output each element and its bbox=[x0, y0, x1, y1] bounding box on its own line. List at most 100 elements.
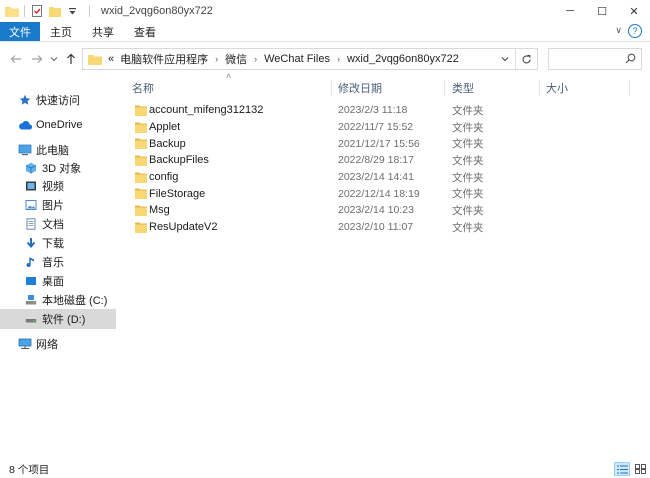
sidebar-item-onedrive[interactable]: OneDrive bbox=[0, 115, 116, 135]
quick-access-dropdown-icon[interactable] bbox=[66, 5, 79, 18]
sidebar-item-3d-objects[interactable]: 3D 对象 bbox=[0, 158, 116, 178]
sidebar-item-drive-c[interactable]: 本地磁盘 (C:) bbox=[0, 290, 116, 310]
minimize-button[interactable]: ─ bbox=[554, 0, 586, 22]
sidebar-item-label: 图片 bbox=[42, 200, 64, 212]
chevron-down-icon bbox=[50, 57, 58, 62]
new-folder-icon[interactable] bbox=[48, 5, 61, 18]
maximize-button[interactable]: ☐ bbox=[586, 0, 618, 22]
search-input[interactable] bbox=[548, 48, 642, 70]
breadcrumb-item[interactable]: wxid_2vqg6on80yx722 bbox=[347, 53, 459, 65]
folder-icon bbox=[5, 7, 19, 17]
sidebar-item-label: 下载 bbox=[42, 238, 64, 250]
breadcrumb-overflow[interactable]: « bbox=[108, 53, 114, 65]
pictures-icon bbox=[24, 198, 38, 212]
sidebar-item-label: 桌面 bbox=[42, 276, 64, 288]
refresh-button[interactable] bbox=[515, 49, 537, 69]
sidebar-item-this-pc[interactable]: 此电脑 bbox=[0, 140, 116, 160]
breadcrumb-item[interactable]: 微信 bbox=[225, 51, 247, 67]
file-row[interactable]: FileStorage 2022/12/14 18:19 文件夹 bbox=[126, 185, 496, 202]
file-row[interactable]: Backup 2021/12/17 15:56 文件夹 bbox=[126, 135, 496, 152]
file-row[interactable]: account_mifeng312132 2023/2/3 11:18 文件夹 bbox=[126, 102, 496, 119]
up-button[interactable] bbox=[63, 50, 79, 68]
music-icon bbox=[24, 255, 38, 269]
address-bar[interactable]: « 电脑软件应用程序 › 微信 › WeChat Files › wxid_2v… bbox=[82, 48, 538, 70]
column-header-name[interactable]: 名称 bbox=[132, 78, 154, 98]
file-name: Applet bbox=[149, 121, 181, 134]
file-list: account_mifeng312132 2023/2/3 11:18 文件夹 … bbox=[126, 102, 496, 236]
large-icons-view-icon bbox=[634, 464, 646, 474]
breadcrumb-separator[interactable]: › bbox=[215, 54, 218, 64]
column-header-type[interactable]: 类型 bbox=[452, 78, 474, 98]
file-modified: 2021/12/17 15:56 bbox=[338, 137, 420, 150]
column-divider[interactable] bbox=[331, 80, 332, 96]
sidebar-item-pictures[interactable]: 图片 bbox=[0, 195, 116, 215]
details-view-icon bbox=[616, 465, 628, 473]
sidebar-item-drive-d[interactable]: 软件 (D:) bbox=[0, 309, 116, 329]
title-separator bbox=[24, 5, 25, 17]
file-modified: 2023/2/3 11:18 bbox=[338, 104, 408, 117]
drive-icon bbox=[24, 312, 38, 326]
sidebar-item-documents[interactable]: 文档 bbox=[0, 214, 116, 234]
breadcrumb-separator[interactable]: › bbox=[254, 54, 257, 64]
sidebar-item-music[interactable]: 音乐 bbox=[0, 252, 116, 272]
large-icons-view-button[interactable] bbox=[632, 462, 648, 476]
video-icon bbox=[24, 179, 38, 193]
help-icon[interactable]: ? bbox=[628, 24, 642, 38]
column-divider[interactable] bbox=[629, 80, 630, 96]
sidebar-item-label: 文档 bbox=[42, 219, 64, 231]
sidebar-item-label: 软件 (D:) bbox=[42, 314, 86, 326]
network-icon bbox=[18, 337, 32, 351]
download-icon bbox=[24, 236, 38, 250]
item-count: 8 个项目 bbox=[9, 463, 50, 476]
column-divider[interactable] bbox=[539, 80, 540, 96]
sidebar-item-desktop[interactable]: 桌面 bbox=[0, 271, 116, 291]
navigation-pane: 快速访问 OneDrive 此电脑 3D 对象 视频 图片 文档 下载 音乐 桌… bbox=[0, 78, 118, 456]
file-row[interactable]: BackupFiles 2022/8/29 18:17 文件夹 bbox=[126, 152, 496, 169]
chevron-down-icon bbox=[501, 57, 509, 62]
sort-up-icon: ˄ bbox=[226, 71, 232, 81]
file-type: 文件夹 bbox=[452, 154, 484, 167]
breadcrumb-item[interactable]: WeChat Files bbox=[264, 53, 330, 65]
tab-home[interactable]: 主页 bbox=[40, 22, 82, 41]
sidebar-item-label: 网络 bbox=[36, 339, 58, 351]
arrow-right-icon bbox=[32, 55, 43, 63]
sidebar-item-network[interactable]: 网络 bbox=[0, 334, 116, 354]
breadcrumb-item[interactable]: 电脑软件应用程序 bbox=[120, 51, 208, 67]
file-row[interactable]: config 2023/2/14 14:41 文件夹 bbox=[126, 169, 496, 186]
breadcrumb-separator[interactable]: › bbox=[337, 54, 340, 64]
ribbon-expand-icon[interactable]: ∨ bbox=[615, 25, 622, 36]
column-divider[interactable] bbox=[444, 80, 445, 96]
sidebar-item-label: 3D 对象 bbox=[42, 163, 82, 175]
tab-file[interactable]: 文件 bbox=[0, 22, 40, 41]
window-controls: ─ ☐ ✕ bbox=[554, 0, 650, 22]
folder-icon bbox=[135, 155, 147, 167]
cube-icon bbox=[24, 161, 38, 175]
computer-icon bbox=[18, 143, 32, 157]
desktop-icon bbox=[24, 274, 38, 288]
refresh-icon bbox=[522, 54, 531, 64]
file-row[interactable]: Applet 2022/11/7 15:52 文件夹 bbox=[126, 119, 496, 136]
sidebar-item-downloads[interactable]: 下载 bbox=[0, 233, 116, 253]
properties-icon[interactable] bbox=[30, 5, 43, 18]
file-type: 文件夹 bbox=[452, 188, 484, 201]
file-row[interactable]: ResUpdateV2 2023/2/10 11:07 文件夹 bbox=[126, 219, 496, 236]
file-type: 文件夹 bbox=[452, 138, 484, 151]
address-dropdown-button[interactable] bbox=[497, 49, 513, 69]
sidebar-item-videos[interactable]: 视频 bbox=[0, 176, 116, 196]
back-button[interactable] bbox=[8, 50, 24, 68]
close-button[interactable]: ✕ bbox=[618, 0, 650, 22]
forward-button[interactable] bbox=[29, 50, 45, 68]
sidebar-item-label: OneDrive bbox=[36, 119, 83, 131]
details-view-button[interactable] bbox=[614, 462, 630, 476]
column-header-modified[interactable]: 修改日期 bbox=[338, 78, 382, 98]
recent-locations-button[interactable] bbox=[46, 50, 62, 68]
sidebar-item-label: 快速访问 bbox=[36, 95, 80, 107]
file-modified: 2022/12/14 18:19 bbox=[338, 187, 420, 200]
tab-share[interactable]: 共享 bbox=[82, 22, 124, 41]
tab-view[interactable]: 查看 bbox=[124, 22, 166, 41]
title-bar: wxid_2vqg6on80yx722 ─ ☐ ✕ bbox=[0, 0, 650, 22]
file-row[interactable]: Msg 2023/2/14 10:23 文件夹 bbox=[126, 202, 496, 219]
file-name: config bbox=[149, 171, 179, 184]
column-header-size[interactable]: 大小 bbox=[546, 78, 568, 98]
sidebar-item-quick-access[interactable]: 快速访问 bbox=[0, 90, 116, 110]
